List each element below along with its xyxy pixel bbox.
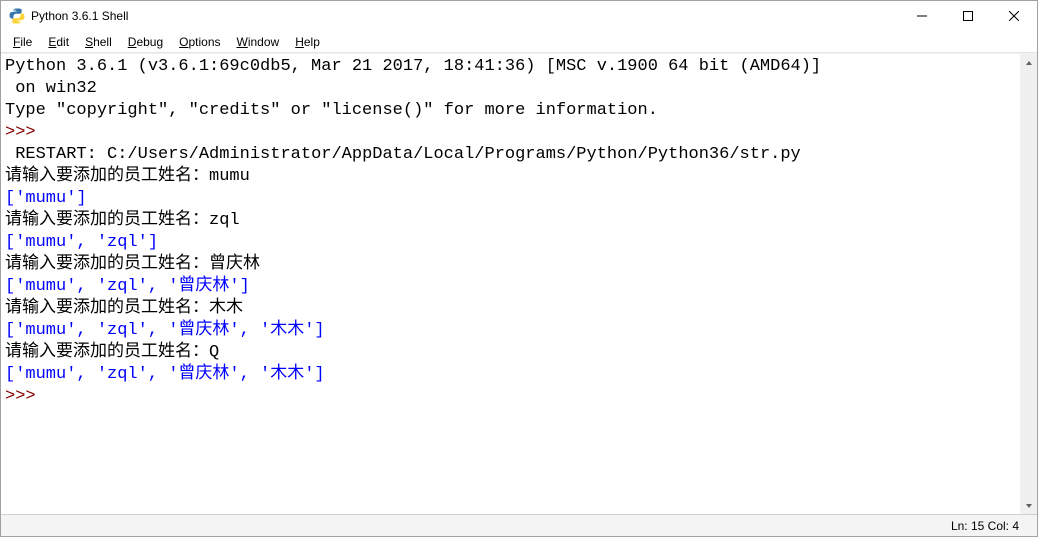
prompt: >>> — [5, 123, 36, 142]
prompt-final: >>> — [5, 387, 36, 406]
output-5: ['mumu', 'zql', '曾庆林', '木木'] — [5, 364, 1016, 386]
input-prompt-3: 请输入要添加的员工姓名： — [5, 255, 209, 274]
restart-label: RESTART: — [5, 145, 107, 164]
output-2: ['mumu', 'zql'] — [5, 232, 1016, 254]
vertical-scrollbar[interactable] — [1020, 54, 1037, 514]
scroll-up-button[interactable] — [1020, 54, 1037, 71]
output-3: ['mumu', 'zql', '曾庆林'] — [5, 276, 1016, 298]
restart-path: C:/Users/Administrator/AppData/Local/Pro… — [107, 145, 811, 164]
menu-shell[interactable]: Shell — [77, 33, 120, 51]
menu-file[interactable]: File — [5, 33, 40, 51]
menu-options[interactable]: Options — [171, 33, 228, 51]
input-prompt-1: 请输入要添加的员工姓名： — [5, 167, 209, 186]
banner-line-2: on win32 — [5, 78, 1016, 100]
output-1: ['mumu'] — [5, 188, 1016, 210]
input-prompt-2: 请输入要添加的员工姓名： — [5, 211, 209, 230]
cursor-position: Ln: 15 Col: 4 — [951, 519, 1019, 533]
content-wrap: Python 3.6.1 (v3.6.1:69c0db5, Mar 21 201… — [1, 53, 1037, 514]
input-value-2: zql — [209, 211, 240, 230]
menu-edit[interactable]: Edit — [40, 33, 77, 51]
scroll-track[interactable] — [1020, 71, 1037, 497]
titlebar: Python 3.6.1 Shell — [1, 1, 1037, 31]
input-prompt-4: 请输入要添加的员工姓名： — [5, 299, 209, 318]
maximize-button[interactable] — [945, 1, 991, 31]
minimize-button[interactable] — [899, 1, 945, 31]
input-value-1: mumu — [209, 167, 250, 186]
close-button[interactable] — [991, 1, 1037, 31]
idle-window: Python 3.6.1 Shell File Edit Shell Debug… — [0, 0, 1038, 537]
statusbar: Ln: 15 Col: 4 — [1, 514, 1037, 536]
menu-window[interactable]: Window — [229, 33, 288, 51]
input-value-4: 木木 — [209, 299, 243, 318]
menu-help[interactable]: Help — [287, 33, 328, 51]
input-value-5: Q — [209, 343, 219, 362]
output-4: ['mumu', 'zql', '曾庆林', '木木'] — [5, 320, 1016, 342]
python-app-icon — [9, 8, 25, 24]
input-value-3: 曾庆林 — [209, 255, 260, 274]
banner-line-3: Type "copyright", "credits" or "license(… — [5, 100, 1016, 122]
menu-debug[interactable]: Debug — [120, 33, 171, 51]
banner-line-1: Python 3.6.1 (v3.6.1:69c0db5, Mar 21 201… — [5, 56, 1016, 78]
scroll-down-button[interactable] — [1020, 497, 1037, 514]
menubar: File Edit Shell Debug Options Window Hel… — [1, 31, 1037, 53]
window-title: Python 3.6.1 Shell — [31, 9, 128, 23]
input-prompt-5: 请输入要添加的员工姓名： — [5, 343, 209, 362]
shell-text-area[interactable]: Python 3.6.1 (v3.6.1:69c0db5, Mar 21 201… — [1, 54, 1020, 514]
